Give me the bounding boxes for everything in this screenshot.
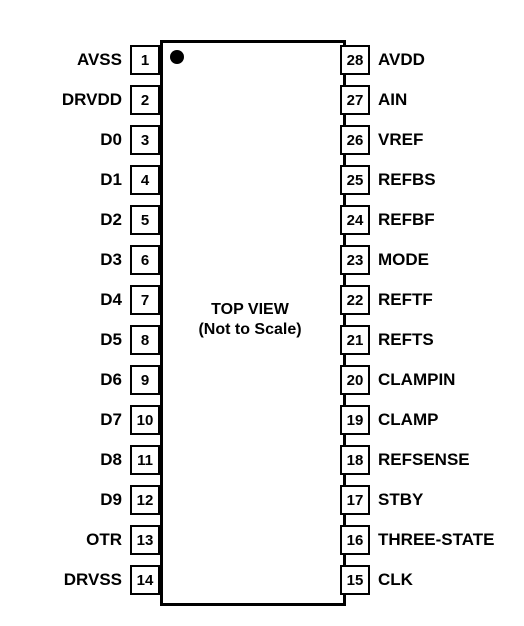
pin-label: OTR [86,530,122,550]
top-view-label: TOP VIEW [211,301,289,319]
pin-number-box: 26 [340,125,370,155]
pin-label: VREF [378,130,423,150]
pin-number-box: 18 [340,445,370,475]
pin-label: AIN [378,90,407,110]
pin-number-box: 23 [340,245,370,275]
pin-number-box: 19 [340,405,370,435]
pin-label: D2 [100,210,122,230]
pin-row: 23 MODE [340,240,429,280]
pin-row: D9 12 [100,480,160,520]
pin-row: D7 10 [100,400,160,440]
pin-label: AVDD [378,50,425,70]
pin-row: D5 8 [100,320,160,360]
pin-number-box: 5 [130,205,160,235]
pin-label: REFTF [378,290,433,310]
pin-label: REFBF [378,210,435,230]
chip-center-text: TOP VIEW (Not to Scale) [160,40,340,600]
pin-row: AVSS 1 [77,40,160,80]
pin-number-box: 1 [130,45,160,75]
pin-row: D8 11 [100,440,160,480]
pin-label: THREE-STATE [378,530,494,550]
pin-row: 15 CLK [340,560,413,600]
pin-number-box: 7 [130,285,160,315]
pin-row: DRVDD 2 [62,80,160,120]
pin-number-box: 9 [130,365,160,395]
pin-row: 27 AIN [340,80,407,120]
pin-number-box: 20 [340,365,370,395]
pin-number-box: 4 [130,165,160,195]
pin-row: DRVSS 14 [64,560,160,600]
not-to-scale-label: (Not to Scale) [198,321,301,339]
pin-row: 28 AVDD [340,40,425,80]
pin-row: 25 REFBS [340,160,436,200]
pin-label: D0 [100,130,122,150]
pin-label: D3 [100,250,122,270]
pin-label: AVSS [77,50,122,70]
pin-number-box: 3 [130,125,160,155]
pin-label: D5 [100,330,122,350]
pin-label: D9 [100,490,122,510]
pin-label: REFSENSE [378,450,470,470]
pin-label: CLAMPIN [378,370,455,390]
pin-label: DRVSS [64,570,122,590]
pin-label: D8 [100,450,122,470]
pin-number-box: 22 [340,285,370,315]
pin-number-box: 16 [340,525,370,555]
pin-number-box: 15 [340,565,370,595]
pin-label: D7 [100,410,122,430]
pin-row: D3 6 [100,240,160,280]
pin-row: 16 THREE-STATE [340,520,494,560]
pin-row: 17 STBY [340,480,423,520]
pin-row: 26 VREF [340,120,423,160]
pin-number-box: 10 [130,405,160,435]
pin-row: D0 3 [100,120,160,160]
pin-label: D1 [100,170,122,190]
pin-label: REFTS [378,330,434,350]
pin-number-box: 28 [340,45,370,75]
pin-number-box: 11 [130,445,160,475]
pin-row: D1 4 [100,160,160,200]
pin-row: 18 REFSENSE [340,440,470,480]
pin-row: D4 7 [100,280,160,320]
ic-pinout-diagram: TOP VIEW (Not to Scale) AVSS 1 DRVDD 2 D0 3… [20,20,504,606]
pin-label: REFBS [378,170,436,190]
pin-label: CLAMP [378,410,438,430]
pin-row: 24 REFBF [340,200,435,240]
pin-row: D2 5 [100,200,160,240]
pin-row: 21 REFTS [340,320,434,360]
pin-number-box: 6 [130,245,160,275]
pin-label: STBY [378,490,423,510]
pin-label: D6 [100,370,122,390]
pin-label: CLK [378,570,413,590]
pin-number-box: 14 [130,565,160,595]
pin-number-box: 27 [340,85,370,115]
pin-row: 22 REFTF [340,280,433,320]
pin-label: MODE [378,250,429,270]
pin-row: 20 CLAMPIN [340,360,455,400]
pin-number-box: 12 [130,485,160,515]
pin-label: D4 [100,290,122,310]
pin-number-box: 24 [340,205,370,235]
pin-number-box: 21 [340,325,370,355]
pin-number-box: 8 [130,325,160,355]
pin-number-box: 13 [130,525,160,555]
pin-row: 19 CLAMP [340,400,438,440]
pin-number-box: 25 [340,165,370,195]
pin-number-box: 17 [340,485,370,515]
pin-number-box: 2 [130,85,160,115]
pin-label: DRVDD [62,90,122,110]
pin-row: OTR 13 [86,520,160,560]
pin-row: D6 9 [100,360,160,400]
